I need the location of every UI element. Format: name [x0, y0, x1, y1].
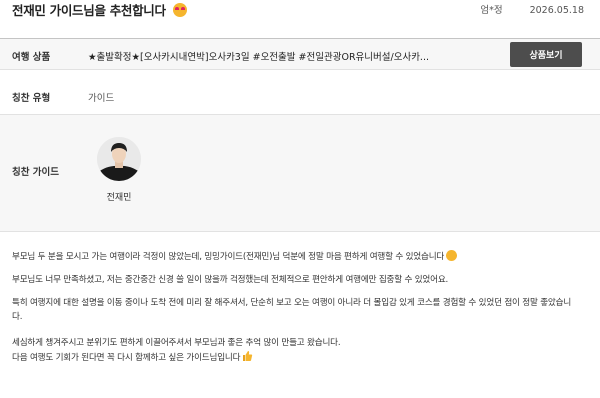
review-title: 전재민 가이드님을 추천합니다: [12, 0, 187, 19]
review-meta: 엄*정 2026.05.18: [480, 2, 584, 16]
review-header: 전재민 가이드님을 추천합니다 엄*정 2026.05.18: [0, 0, 600, 20]
praise-type-row: 칭찬 유형 가이드: [0, 80, 600, 114]
praise-guide-row: 칭찬 가이드 전재민: [0, 114, 600, 232]
heart-eyes-emoji-icon: [172, 3, 187, 17]
review-body: 부모님 두 분을 모시고 가는 여행이라 걱정이 많았는데, 밍밍가이드(전재민…: [12, 250, 590, 365]
review-date: 2026.05.18: [529, 5, 584, 16]
smile-emoji-icon: [446, 250, 458, 261]
review-paragraph-3: 특히 여행지에 대한 설명을 이동 중이나 도착 전에 미리 잘 해주셔서, 단…: [12, 298, 572, 322]
review-p4-line2-text: 다음 여행도 기회가 된다면 꼭 다시 함께하고 싶은 가이드님입니다: [12, 353, 241, 363]
guide-avatar: [97, 137, 141, 181]
review-paragraph-4-line-1: 세심하게 챙겨주시고 분위기도 편하게 이끌어주셔서 부모님과 좋은 추억 많이…: [12, 338, 341, 348]
review-paragraph-4-line-2: 다음 여행도 기회가 된다면 꼭 다시 함께하고 싶은 가이드님입니다: [12, 350, 590, 365]
review-paragraph-2: 부모님도 너무 만족하셨고, 저는 중간중간 신경 쓸 일이 많을까 걱정했는데…: [12, 275, 449, 285]
review-title-text: 전재민 가이드님을 추천합니다: [12, 3, 166, 18]
review-author: 엄*정: [480, 5, 503, 16]
product-name: ★출발확정★[오사카시내연박]오사카3일 #오전출발 #전일관광OR유니버설/오…: [88, 52, 429, 63]
praise-guide-label: 칭찬 가이드: [12, 167, 60, 178]
guide-name: 전재민: [106, 193, 132, 203]
praise-type-value: 가이드: [88, 93, 115, 104]
product-row: 여행 상품 ★출발확정★[오사카시내연박]오사카3일 #오전출발 #전일관광OR…: [0, 38, 600, 70]
view-product-button[interactable]: 상품보기: [510, 42, 582, 67]
review-paragraph-1: 부모님 두 분을 모시고 가는 여행이라 걱정이 많았는데, 밍밍가이드(전재민…: [12, 250, 590, 264]
thumbs-up-emoji-icon: [243, 351, 253, 361]
product-label: 여행 상품: [12, 52, 51, 63]
review-p1-text: 부모님 두 분을 모시고 가는 여행이라 걱정이 많았는데, 밍밍가이드(전재민…: [12, 252, 445, 262]
guide-photo-icon: [97, 137, 141, 181]
praise-type-label: 칭찬 유형: [12, 93, 51, 104]
